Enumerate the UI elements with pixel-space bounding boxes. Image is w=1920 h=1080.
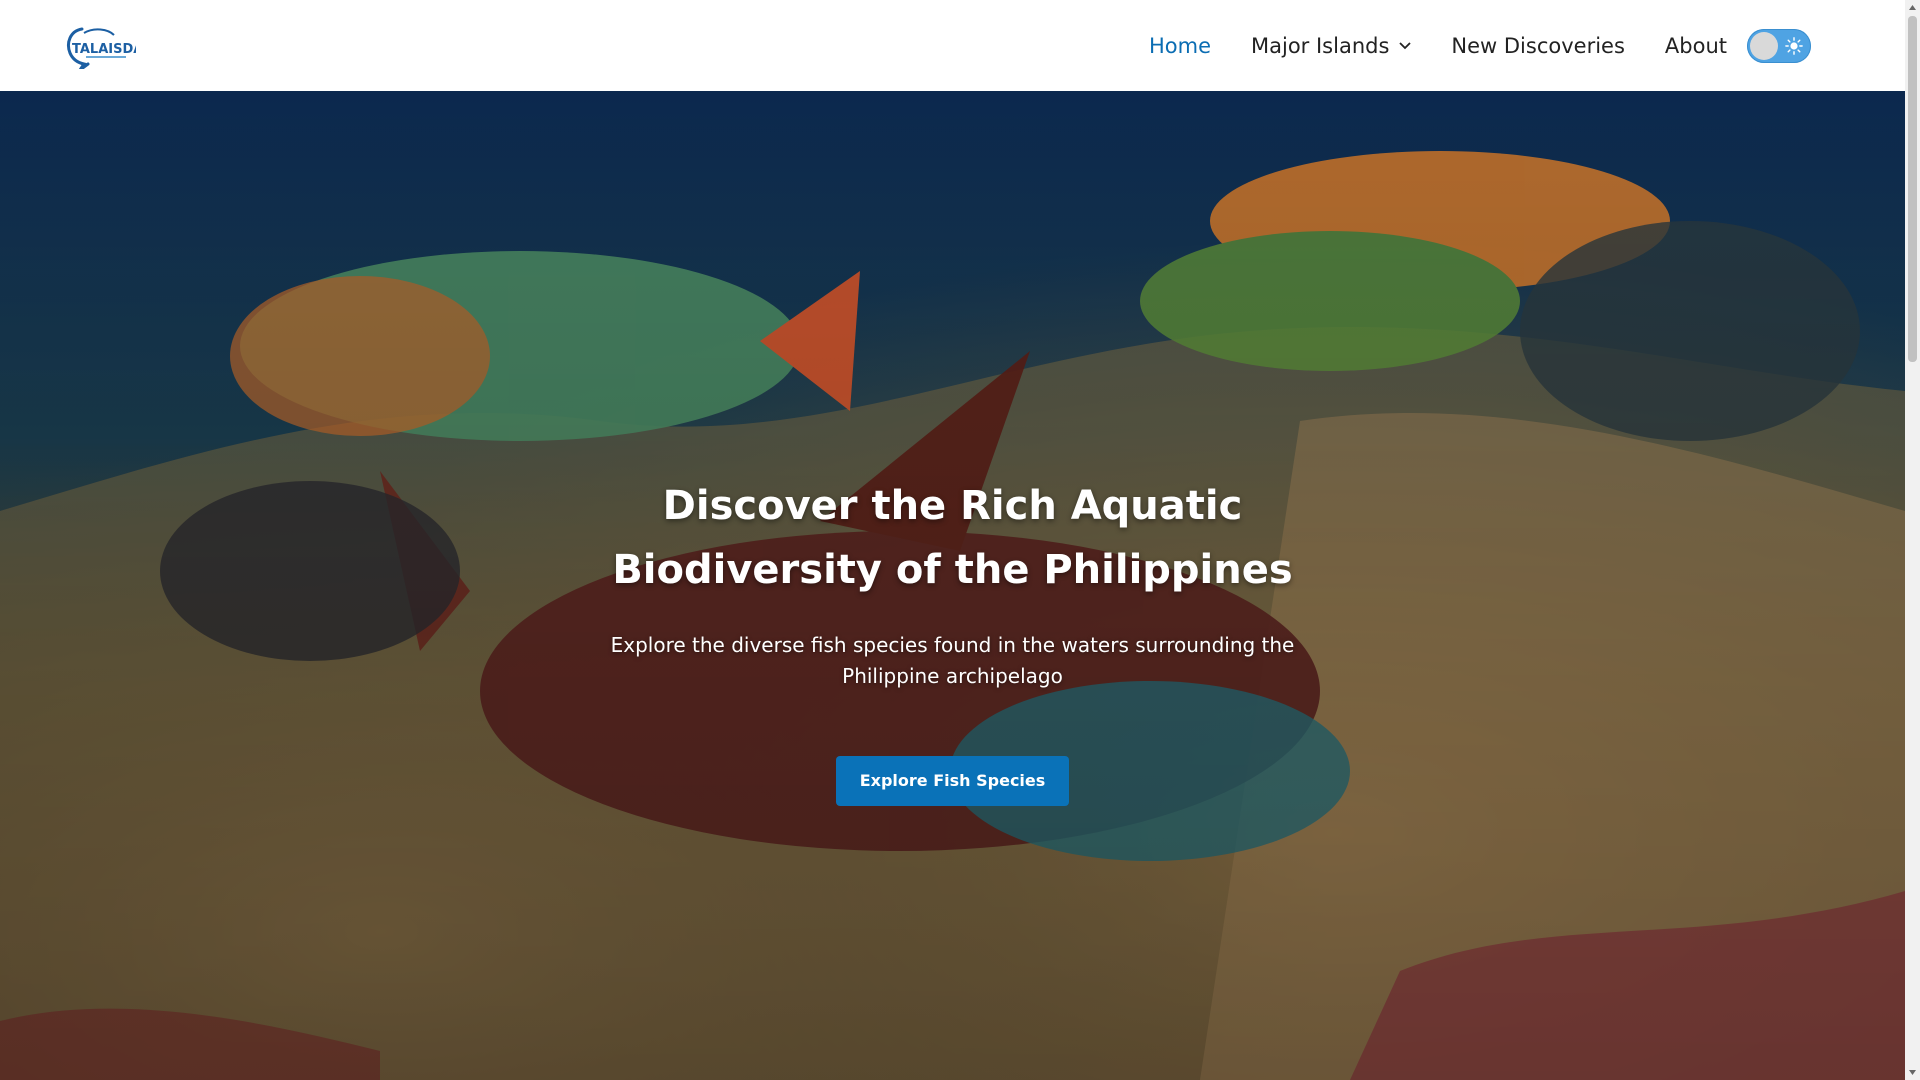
explore-fish-species-button[interactable]: Explore Fish Species	[835, 756, 1070, 806]
nav-about-label: About	[1664, 33, 1727, 58]
main-nav: Home Major Islands New Discoveries About	[1109, 28, 1811, 63]
nav-home[interactable]: Home	[1149, 34, 1211, 58]
sun-icon	[1785, 36, 1803, 55]
navbar: TALAISDA Home Major Islands New Discover…	[0, 0, 1905, 91]
fish-logo-icon: TALAISDA	[67, 27, 143, 71]
hero-title: Discover the Rich Aquatic Biodiversity o…	[612, 483, 1293, 593]
hero-section: Discover the Rich Aquatic Biodiversity o…	[0, 91, 1905, 1080]
site-logo[interactable]: TALAISDA	[64, 23, 143, 71]
chevron-down-icon	[1399, 41, 1412, 49]
nav-about[interactable]: About	[1665, 34, 1727, 58]
svg-text:TALAISDA: TALAISDA	[72, 42, 136, 57]
nav-new-discoveries[interactable]: New Discoveries	[1451, 34, 1625, 58]
scroll-up-arrow-icon[interactable]	[1908, 3, 1917, 12]
scroll-down-arrow-icon[interactable]	[1908, 1068, 1917, 1077]
hero-subtitle: Explore the diverse fish species found i…	[610, 633, 1295, 688]
toggle-knob	[1750, 31, 1778, 60]
nav-major-islands-label: Major Islands	[1251, 33, 1390, 58]
theme-toggle[interactable]	[1747, 28, 1811, 63]
scroll-thumb[interactable]	[1908, 16, 1917, 362]
nav-home-label: Home	[1148, 33, 1211, 58]
nav-major-islands[interactable]: Major Islands	[1251, 33, 1412, 58]
hero-content: Discover the Rich Aquatic Biodiversity o…	[0, 474, 1905, 806]
nav-new-discoveries-label: New Discoveries	[1451, 33, 1625, 58]
page-scrollbar[interactable]	[1905, 0, 1920, 1080]
